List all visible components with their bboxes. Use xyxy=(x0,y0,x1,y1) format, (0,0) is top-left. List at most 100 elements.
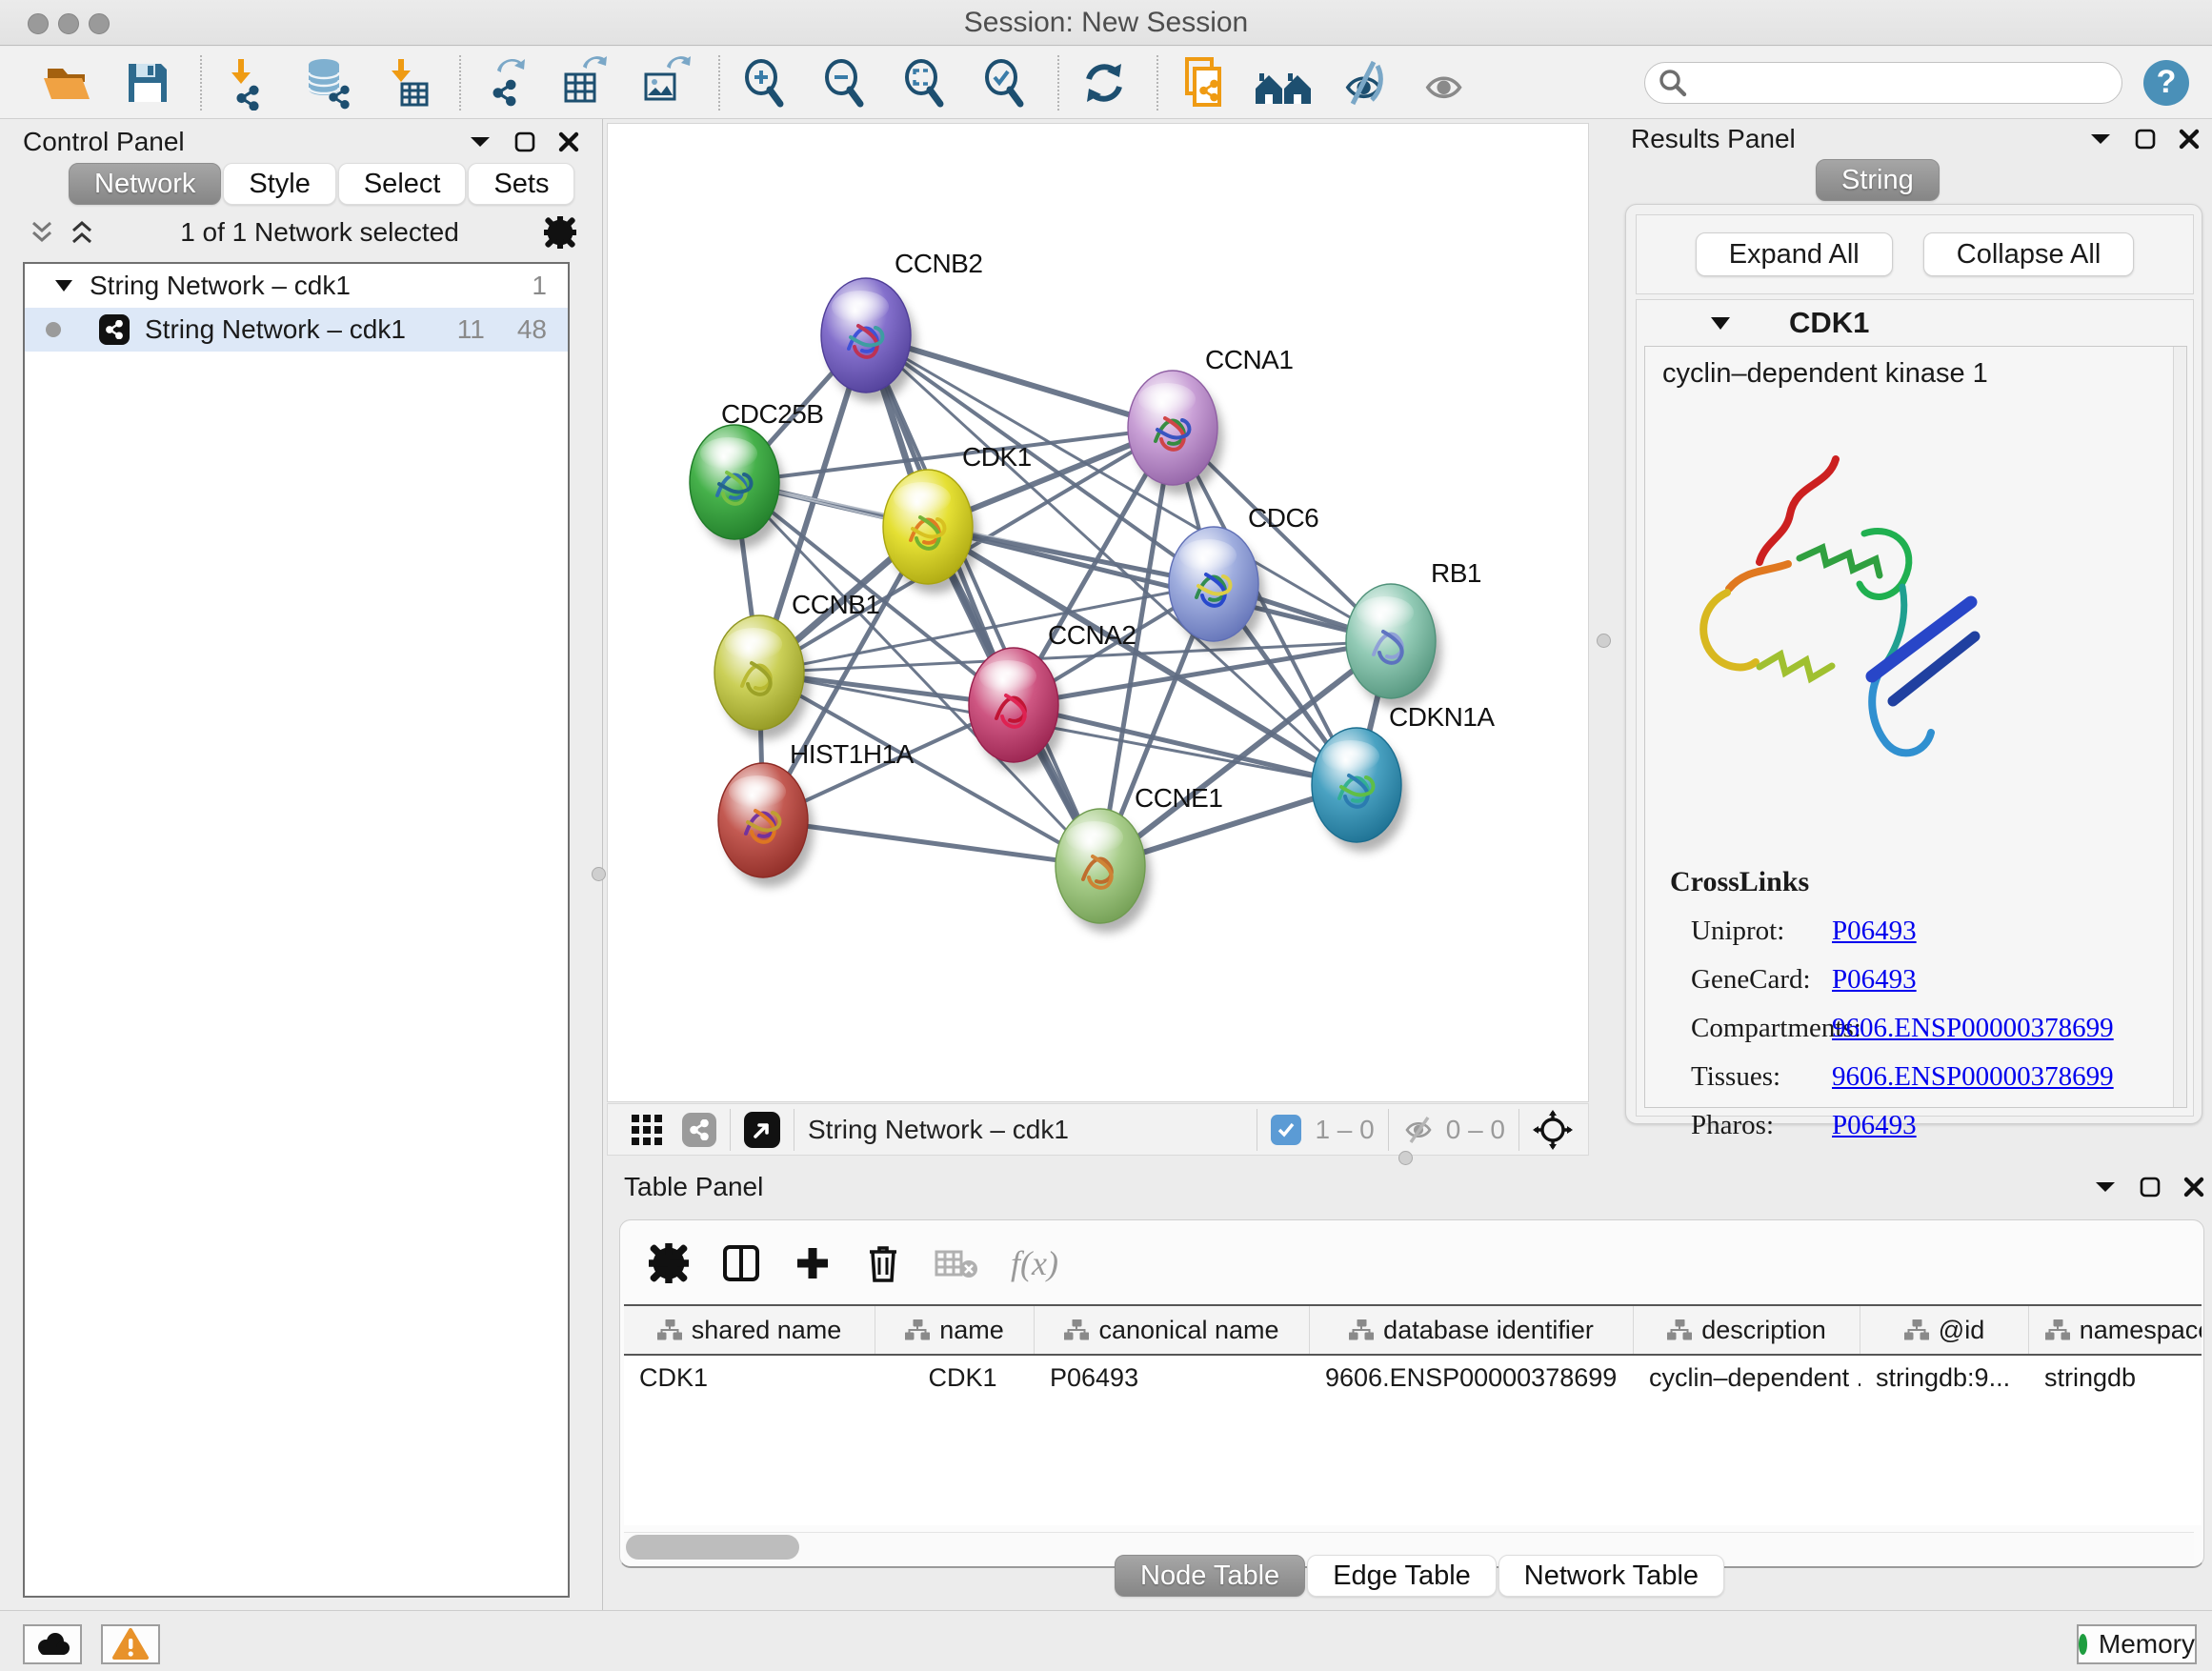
network-collection-row[interactable]: String Network – cdk1 1 xyxy=(25,264,568,308)
table-cell[interactable]: cyclin–dependent ... xyxy=(1634,1363,1860,1393)
collapse-all-icon[interactable] xyxy=(29,220,55,245)
crosshair-icon[interactable] xyxy=(1533,1110,1573,1150)
crosslink-link[interactable]: P06493 xyxy=(1832,1110,1917,1141)
column-header-namespace[interactable]: namespace xyxy=(2029,1306,2202,1354)
open-session-button[interactable] xyxy=(38,53,97,112)
show-columns-icon[interactable] xyxy=(721,1243,761,1283)
collapse-panel-icon[interactable] xyxy=(2093,1179,2118,1195)
node-CDC6[interactable] xyxy=(1169,527,1264,651)
right-splitter-grip[interactable] xyxy=(1597,634,1611,648)
node-CCNA2[interactable] xyxy=(969,648,1064,772)
network-share-view-icon[interactable] xyxy=(682,1113,716,1147)
crosslink-row: Compartments:9606.ENSP00000378699 xyxy=(1670,1013,2165,1044)
bottom-splitter-grip[interactable] xyxy=(1398,1151,1413,1165)
import-network-button[interactable] xyxy=(217,53,276,112)
tab-network-table[interactable]: Network Table xyxy=(1498,1555,1724,1597)
table-row[interactable]: CDK1CDK1P064939606.ENSP00000378699cyclin… xyxy=(624,1356,2202,1399)
column-header-shared-name[interactable]: shared name xyxy=(624,1306,875,1354)
search-input[interactable] xyxy=(1687,68,2108,97)
column-header-name[interactable]: name xyxy=(875,1306,1035,1354)
node-CCNA1[interactable] xyxy=(1128,371,1223,494)
tab-edge-table[interactable]: Edge Table xyxy=(1307,1555,1497,1597)
string-home-button[interactable] xyxy=(1254,53,1313,112)
add-column-icon[interactable] xyxy=(794,1244,832,1282)
tree-expander-icon[interactable] xyxy=(53,278,74,293)
edge-HIST1H1A-CCNE1[interactable] xyxy=(763,820,1100,866)
help-button[interactable]: ? xyxy=(2143,60,2189,106)
close-panel-icon[interactable] xyxy=(2178,128,2201,151)
search-box[interactable] xyxy=(1644,62,2122,104)
crosslink-link[interactable]: P06493 xyxy=(1832,964,1917,996)
float-panel-icon[interactable] xyxy=(2134,128,2157,151)
scrollbar-thumb[interactable] xyxy=(626,1535,799,1560)
tab-string[interactable]: String xyxy=(1816,159,1940,201)
cloud-button[interactable] xyxy=(23,1624,82,1664)
edge-CCNB2-CCNE1[interactable] xyxy=(866,335,1100,866)
column-header-canonical-name[interactable]: canonical name xyxy=(1035,1306,1310,1354)
float-panel-icon[interactable] xyxy=(2139,1176,2162,1198)
zoom-selected-button[interactable] xyxy=(975,53,1035,112)
export-table-button[interactable] xyxy=(556,53,615,112)
export-network-button[interactable] xyxy=(476,53,535,112)
node-CCNE1[interactable] xyxy=(1056,809,1151,933)
zoom-in-icon xyxy=(738,56,792,110)
close-panel-icon[interactable] xyxy=(557,131,580,153)
refresh-layout-button[interactable] xyxy=(1075,53,1134,112)
warnings-button[interactable] xyxy=(101,1624,160,1664)
table-cell[interactable]: stringdb xyxy=(2029,1363,2202,1393)
table-cell[interactable]: 9606.ENSP00000378699 xyxy=(1310,1363,1634,1393)
network-row[interactable]: String Network – cdk1 11 48 xyxy=(25,308,568,352)
node-HIST1H1A[interactable] xyxy=(718,763,814,887)
node-CCNB1[interactable] xyxy=(714,615,810,739)
zoom-in-button[interactable] xyxy=(735,53,794,112)
save-session-button[interactable] xyxy=(118,53,177,112)
table-cell[interactable]: CDK1 xyxy=(875,1363,1035,1393)
column-header-database-identifier[interactable]: database identifier xyxy=(1310,1306,1634,1354)
gear-icon[interactable] xyxy=(649,1243,689,1283)
close-panel-icon[interactable] xyxy=(2182,1176,2205,1198)
expand-all-icon[interactable] xyxy=(69,220,95,245)
crosslink-link[interactable]: 9606.ENSP00000378699 xyxy=(1832,1013,2114,1044)
network-canvas[interactable]: CCNB2CCNA1CDC25BCDK1CDC6RB1CCNB1CCNA2CDK… xyxy=(607,123,1589,1102)
node-CDKN1A[interactable] xyxy=(1312,728,1407,852)
node-CCNB2[interactable] xyxy=(821,278,916,402)
section-expander-icon[interactable] xyxy=(1709,315,1732,332)
network-label: String Network – cdk1 xyxy=(145,314,406,345)
gear-icon[interactable] xyxy=(544,216,576,249)
node-RB1[interactable] xyxy=(1346,584,1441,708)
table-cell[interactable]: CDK1 xyxy=(624,1363,875,1393)
show-graphics-button[interactable] xyxy=(1414,53,1473,112)
tab-style[interactable]: Style xyxy=(223,163,335,205)
export-image-button[interactable] xyxy=(636,53,695,112)
edge-CCNA2-CDKN1A[interactable] xyxy=(1014,705,1357,785)
tab-select[interactable]: Select xyxy=(338,163,467,205)
crosslink-link[interactable]: P06493 xyxy=(1832,916,1917,947)
node-CDK1[interactable] xyxy=(883,470,978,594)
column-header-description[interactable]: description xyxy=(1634,1306,1860,1354)
tab-node-table[interactable]: Node Table xyxy=(1115,1555,1305,1597)
left-splitter-grip[interactable] xyxy=(592,867,606,881)
zoom-fit-button[interactable] xyxy=(895,53,955,112)
clone-network-button[interactable] xyxy=(1174,53,1233,112)
float-panel-icon[interactable] xyxy=(513,131,536,153)
crosslink-link[interactable]: 9606.ENSP00000378699 xyxy=(1832,1061,2114,1093)
column-header-@id[interactable]: @id xyxy=(1860,1306,2029,1354)
birdseye-view-icon[interactable] xyxy=(744,1112,780,1148)
delete-column-icon[interactable] xyxy=(864,1242,902,1284)
hide-unhide-button[interactable] xyxy=(1334,53,1393,112)
memory-button[interactable]: Memory xyxy=(2077,1624,2197,1664)
table-cell[interactable]: P06493 xyxy=(1035,1363,1310,1393)
selected-nodes-checkbox[interactable] xyxy=(1271,1115,1301,1145)
collapse-panel-icon[interactable] xyxy=(2088,131,2113,147)
tab-network[interactable]: Network xyxy=(69,163,221,205)
results-scrollbar[interactable] xyxy=(2173,347,2186,1107)
collapse-panel-icon[interactable] xyxy=(468,134,493,150)
table-cell[interactable]: stringdb:9... xyxy=(1860,1363,2029,1393)
import-network-from-database-button[interactable] xyxy=(297,53,356,112)
tab-sets[interactable]: Sets xyxy=(468,163,574,205)
import-table-button[interactable] xyxy=(377,53,436,112)
grid-view-icon[interactable] xyxy=(631,1114,663,1146)
zoom-out-button[interactable] xyxy=(815,53,875,112)
expand-all-button[interactable]: Expand All xyxy=(1696,232,1893,276)
collapse-all-button[interactable]: Collapse All xyxy=(1923,232,2135,276)
